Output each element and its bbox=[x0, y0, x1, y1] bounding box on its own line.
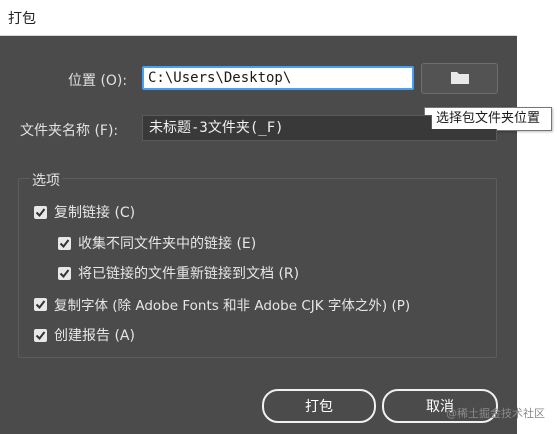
option-label: 创建报告 (A) bbox=[54, 328, 135, 344]
background-window bbox=[517, 0, 560, 434]
location-input[interactable] bbox=[142, 66, 414, 90]
option-create-report[interactable]: 创建报告 (A) bbox=[34, 325, 135, 345]
location-label: 位置 (O): bbox=[68, 73, 128, 89]
checkbox-relink[interactable] bbox=[58, 266, 71, 280]
package-button[interactable]: 打包 bbox=[262, 389, 376, 423]
option-label: 复制链接 (C) bbox=[54, 205, 136, 221]
options-legend: 选项 bbox=[30, 170, 62, 190]
option-label: 收集不同文件夹中的链接 (E) bbox=[78, 236, 257, 252]
option-copy-links[interactable]: 复制链接 (C) bbox=[34, 202, 135, 222]
option-copy-fonts[interactable]: 复制字体 (除 Adobe Fonts 和非 Adobe CJK 字体之外) (… bbox=[34, 294, 410, 314]
browse-tooltip: 选择包文件夹位置 bbox=[424, 107, 552, 131]
option-relink[interactable]: 将已链接的文件重新链接到文档 (R) bbox=[58, 263, 299, 283]
checkmark-icon bbox=[59, 238, 70, 248]
checkbox-copy-fonts[interactable] bbox=[34, 297, 47, 311]
option-label: 将已链接的文件重新链接到文档 (R) bbox=[78, 266, 300, 282]
checkmark-icon bbox=[35, 330, 46, 340]
checkbox-create-report[interactable] bbox=[34, 328, 47, 342]
checkmark-icon bbox=[59, 268, 70, 278]
title-bar: 打包 bbox=[0, 0, 517, 36]
checkmark-icon bbox=[35, 299, 46, 309]
folder-name-input-edge bbox=[418, 129, 497, 141]
dialog-title: 打包 bbox=[8, 11, 36, 27]
watermark: @稀土掘金技术社区 bbox=[446, 407, 545, 420]
browse-folder-button[interactable] bbox=[421, 63, 498, 94]
option-label: 复制字体 (除 Adobe Fonts 和非 Adobe CJK 字体之外) (… bbox=[54, 298, 411, 314]
checkmark-icon bbox=[35, 207, 46, 217]
option-collect-links[interactable]: 收集不同文件夹中的链接 (E) bbox=[58, 233, 256, 253]
folder-name-label: 文件夹名称 (F): bbox=[20, 123, 119, 139]
folder-icon bbox=[450, 69, 470, 89]
checkbox-copy-links[interactable] bbox=[34, 205, 47, 219]
package-dialog: 打包 位置 (O): 选择包文件夹位置 文件夹名称 (F): 未标题-3文件夹(… bbox=[0, 0, 552, 434]
folder-name-input[interactable]: 未标题-3文件夹(_F) bbox=[142, 115, 432, 141]
checkbox-collect-links[interactable] bbox=[58, 236, 71, 250]
